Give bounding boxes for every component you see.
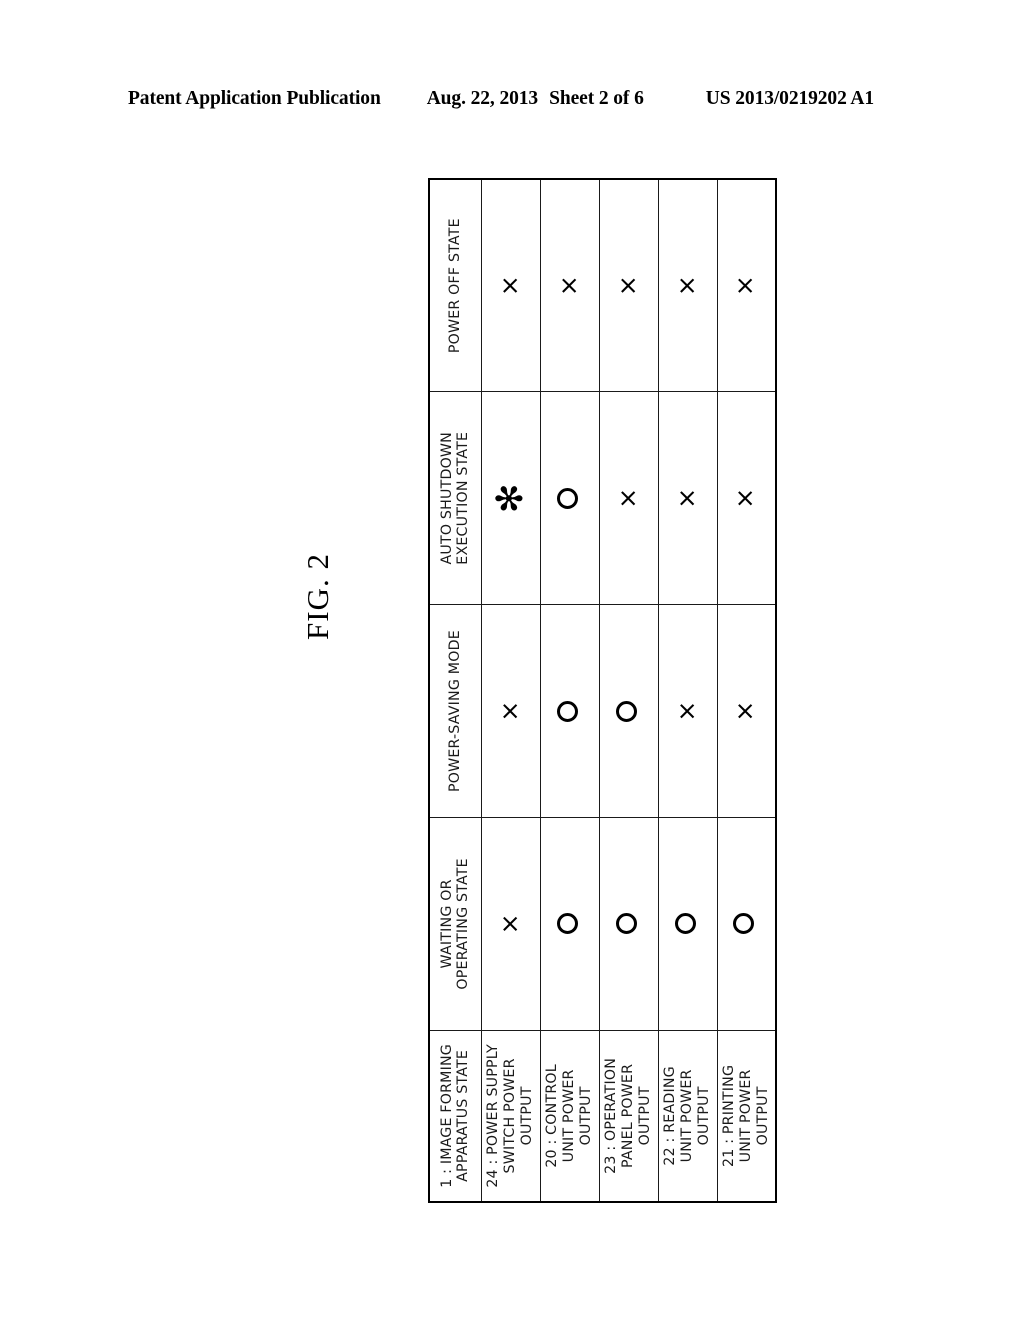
value-cell: × [599,179,658,392]
column-header-cell-1: 21 : PRINTING UNIT POWER OUTPUT [717,1030,776,1202]
symbol-cross: × [671,700,701,722]
column-header-label: 23 : OPERATION PANEL POWER OUTPUT [603,1057,653,1174]
state-label: AUTO SHUTDOWN EXECUTION STATE [438,431,472,565]
symbol-asterisk: ✻ [489,483,531,514]
page-header: Patent Application Publication Aug. 22, … [128,88,896,116]
symbol-cross: × [671,487,701,509]
symbol-cross: × [494,275,524,297]
header-date: Aug. 22, 2013 [426,88,539,109]
column-header-cell-4: 20 : CONTROL UNIT POWER OUTPUT [540,1030,599,1202]
value-cell: ✻ [481,391,540,605]
column-header-cell-3: 23 : OPERATION PANEL POWER OUTPUT [599,1030,658,1202]
symbol-circle [556,913,578,935]
value-cell [658,817,717,1031]
table-row: 22 : READING UNIT POWER OUTPUT × × × [658,179,717,1202]
symbol-circle [733,913,755,935]
value-cell: × [717,391,776,605]
value-cell [540,391,599,605]
figure-table-container: 1 : IMAGE FORMING APPARATUS STATE WAITING… [428,178,777,1203]
header-patent-number: US 2013/0219202 A1 [705,88,875,109]
value-cell [717,817,776,1031]
table-header-row: 1 : IMAGE FORMING APPARATUS STATE WAITING… [429,179,481,1202]
value-cell: × [481,817,540,1031]
symbol-cross: × [612,487,642,509]
state-label-cell-3: AUTO SHUTDOWN EXECUTION STATE [429,391,481,605]
symbol-cross: × [612,275,642,297]
symbol-cross: × [553,275,583,297]
table-row: 24 : POWER SUPPLY SWITCH POWER OUTPUT × × ✻… [481,179,540,1202]
column-header-cell-5: 24 : POWER SUPPLY SWITCH POWER OUTPUT [481,1030,540,1202]
symbol-cross: × [671,275,701,297]
column-header-label: 24 : POWER SUPPLY SWITCH POWER OUTPUT [485,1044,535,1188]
column-header-label: 22 : READING UNIT POWER OUTPUT [662,1066,712,1166]
value-cell: × [658,604,717,818]
symbol-circle [674,913,696,935]
symbol-circle [556,487,578,509]
state-label-cell-2: POWER-SAVING MODE [429,604,481,818]
value-cell [540,817,599,1031]
table-body: 1 : IMAGE FORMING APPARATUS STATE WAITING… [429,179,776,1202]
table-row: 21 : PRINTING UNIT POWER OUTPUT × × × [717,179,776,1202]
figure-caption: FIG. 2 [300,553,335,640]
symbol-circle [615,913,637,935]
value-cell [599,604,658,818]
table-row: 20 : CONTROL UNIT POWER OUTPUT × [540,179,599,1202]
state-label-cell-4: POWER OFF STATE [429,179,481,392]
symbol-cross: × [730,700,760,722]
table-row: 23 : OPERATION PANEL POWER OUTPUT × × [599,179,658,1202]
symbol-cross: × [494,913,524,935]
symbol-cross: × [730,275,760,297]
symbol-cross: × [730,487,760,509]
row-header-label: 1 : IMAGE FORMING APPARATUS STATE [438,1044,472,1188]
value-cell: × [658,391,717,605]
column-header-cell-2: 22 : READING UNIT POWER OUTPUT [658,1030,717,1202]
symbol-cross: × [494,700,524,722]
state-label: POWER OFF STATE [446,218,463,354]
state-label: POWER-SAVING MODE [446,630,463,793]
value-cell: × [481,179,540,392]
value-cell [540,604,599,818]
state-label-cell-1: WAITING OR OPERATING STATE [429,817,481,1031]
state-power-output-table: 1 : IMAGE FORMING APPARATUS STATE WAITING… [428,178,777,1203]
header-sheet: Sheet 2 of 6 [549,88,644,109]
value-cell: × [717,604,776,818]
value-cell [599,817,658,1031]
value-cell: × [599,391,658,605]
value-cell: × [717,179,776,392]
value-cell: × [540,179,599,392]
column-header-label: 21 : PRINTING UNIT POWER OUTPUT [721,1064,771,1167]
symbol-circle [615,700,637,722]
state-label: WAITING OR OPERATING STATE [438,858,472,990]
table-corner-header: 1 : IMAGE FORMING APPARATUS STATE [429,1030,481,1202]
header-publication: Patent Application Publication [128,88,381,109]
symbol-circle [556,700,578,722]
value-cell: × [481,604,540,818]
column-header-label: 20 : CONTROL UNIT POWER OUTPUT [544,1064,594,1168]
value-cell: × [658,179,717,392]
